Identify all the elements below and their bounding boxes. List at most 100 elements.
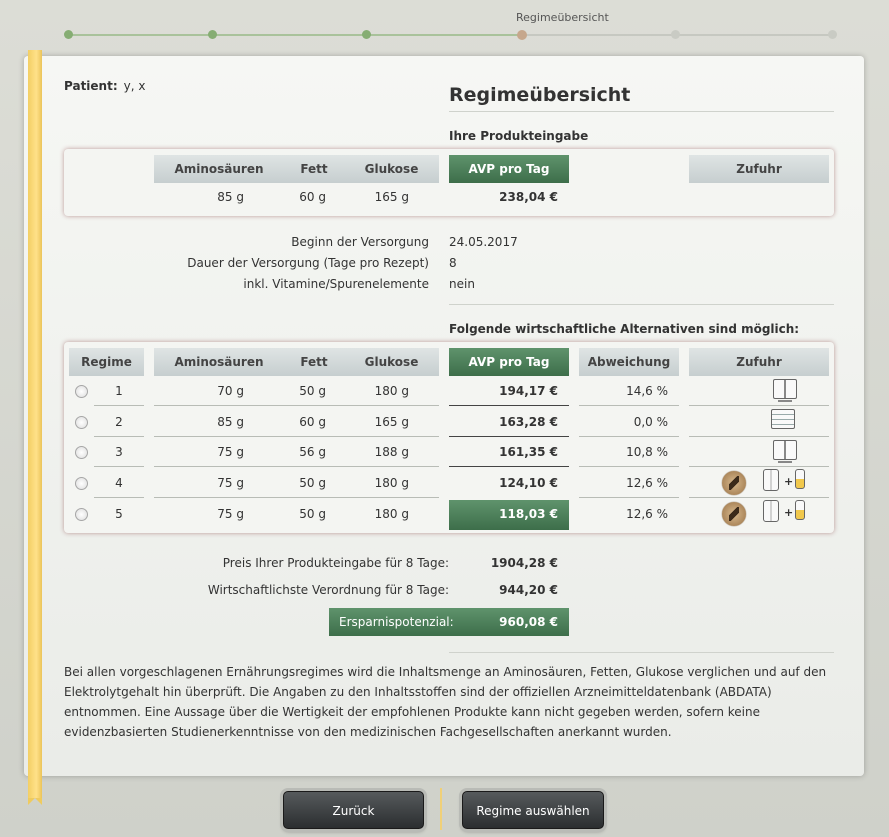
ersparnis-label: Ersparnispotenzial: xyxy=(339,615,454,629)
regime-5-avp: 118,03 € xyxy=(499,507,558,521)
back-button[interactable]: Zurück xyxy=(283,791,424,829)
regime-5-radio[interactable] xyxy=(75,508,88,521)
regime-3-abweichung: 10,8 % xyxy=(626,445,668,459)
patient-info: Patient: y, x xyxy=(64,79,145,93)
regime-4-avp: 124,10 € xyxy=(499,476,558,490)
row-divider xyxy=(154,436,439,437)
row-divider xyxy=(94,436,144,437)
bottle-icon xyxy=(795,469,805,489)
regime-1-number: 1 xyxy=(115,384,123,398)
row-divider xyxy=(449,436,569,437)
regime-4-abweichung: 12,6 % xyxy=(626,476,668,490)
row-divider xyxy=(94,405,144,406)
row-divider xyxy=(689,466,829,467)
row-divider xyxy=(154,405,439,406)
bottle-icon xyxy=(795,500,805,520)
row-divider xyxy=(94,497,144,498)
bag-icon xyxy=(763,469,779,491)
patient-label: Patient: xyxy=(64,79,118,93)
regime-2-radio[interactable] xyxy=(75,416,88,429)
vitamine-label: inkl. Vitamine/Spurenelemente xyxy=(243,277,429,291)
dauer-value: 8 xyxy=(449,256,457,270)
regime-3-fett: 56 g xyxy=(299,445,326,459)
alt-header-abweichung: Abweichung xyxy=(579,348,679,376)
summary-divider xyxy=(449,652,834,653)
alternatives-heading: Folgende wirtschaftliche Alternativen si… xyxy=(449,322,800,336)
regime-2-fett: 60 g xyxy=(299,415,326,429)
progress-step-1 xyxy=(64,30,73,39)
input-header-avp: AVP pro Tag xyxy=(449,155,569,183)
regime-1-radio[interactable] xyxy=(75,385,88,398)
alt-header-glukose: Glukose xyxy=(344,348,439,376)
row-divider xyxy=(689,405,829,406)
select-regime-button[interactable]: Regime auswählen xyxy=(462,791,604,829)
input-header-fett: Fett xyxy=(284,155,344,183)
vitamine-value: nein xyxy=(449,277,475,291)
regime-4-glukose: 180 g xyxy=(374,476,409,490)
ersparnis-bar: Ersparnispotenzial: 960,08 € xyxy=(329,608,569,636)
row-divider xyxy=(579,436,679,437)
preis-value: 1904,28 € xyxy=(490,556,558,570)
plus-icon: + xyxy=(784,506,794,519)
progress-current-label: Regimeübersicht xyxy=(516,11,609,24)
row-divider xyxy=(449,466,569,467)
alt-header-zufuhr: Zufuhr xyxy=(689,348,829,376)
alt-header-avp: AVP pro Tag xyxy=(449,348,569,376)
regime-3-amino: 75 g xyxy=(217,445,244,459)
list-bag-icon xyxy=(771,409,795,429)
bookmark-ribbon xyxy=(28,50,42,805)
progress-line-done xyxy=(68,34,522,36)
dauer-label: Dauer der Versorgung (Tage pro Rezept) xyxy=(187,256,429,270)
regime-4-number: 4 xyxy=(115,476,123,490)
row-divider xyxy=(449,405,569,406)
patient-value: y, x xyxy=(123,79,146,93)
input-amino: 85 g xyxy=(217,190,244,204)
alt-header-amino: Aminosäuren xyxy=(154,348,284,376)
progress-step-2 xyxy=(208,30,217,39)
regime-5-number: 5 xyxy=(115,507,123,521)
alt-header-regime: Regime xyxy=(69,348,144,376)
regime-1-amino: 70 g xyxy=(217,384,244,398)
regime-5-glukose: 180 g xyxy=(374,507,409,521)
title-divider xyxy=(449,111,834,112)
info-divider xyxy=(449,304,834,305)
wirtschaftlich-label: Wirtschaftlichste Verordnung für 8 Tage: xyxy=(207,583,449,597)
page-title: Regimeübersicht xyxy=(449,84,631,106)
row-divider xyxy=(154,466,439,467)
regime-1-abweichung: 14,6 % xyxy=(626,384,668,398)
footnote-text: Bei allen vorgeschlagenen Ernährungsregi… xyxy=(64,665,827,739)
progress-stepper: Regimeübersicht xyxy=(0,0,889,50)
button-divider xyxy=(440,788,442,830)
row-divider xyxy=(579,405,679,406)
input-header-glukose: Glukose xyxy=(344,155,439,183)
regime-3-avp: 161,35 € xyxy=(499,445,558,459)
beginn-value: 24.05.2017 xyxy=(449,235,518,249)
book-icon xyxy=(773,440,797,463)
bag-icon xyxy=(763,500,779,522)
progress-step-6 xyxy=(828,30,837,39)
input-header-amino: Aminosäuren xyxy=(154,155,284,183)
preis-label: Preis Ihrer Produkteingabe für 8 Tage: xyxy=(222,556,449,570)
row-divider xyxy=(579,497,679,498)
input-glukose: 165 g xyxy=(374,190,409,204)
book-icon xyxy=(773,379,797,402)
regime-2-number: 2 xyxy=(115,415,123,429)
regime-3-glukose: 188 g xyxy=(374,445,409,459)
input-avp: 238,04 € xyxy=(499,190,558,204)
beginn-label: Beginn der Versorgung xyxy=(291,235,429,249)
row-divider xyxy=(154,497,439,498)
regime-2-avp: 163,28 € xyxy=(499,415,558,429)
regime-5-abweichung: 12,6 % xyxy=(626,507,668,521)
regime-5-fett: 50 g xyxy=(299,507,326,521)
regime-1-avp: 194,17 € xyxy=(499,384,558,398)
regime-4-radio[interactable] xyxy=(75,477,88,490)
regime-5-amino: 75 g xyxy=(217,507,244,521)
input-section-heading: Ihre Produkteingabe xyxy=(449,129,589,143)
regime-2-amino: 85 g xyxy=(217,415,244,429)
alt-header-fett: Fett xyxy=(284,348,344,376)
progress-step-3 xyxy=(362,30,371,39)
row-divider xyxy=(689,436,829,437)
regime-3-radio[interactable] xyxy=(75,446,88,459)
regime-2-glukose: 165 g xyxy=(374,415,409,429)
regime-4-amino: 75 g xyxy=(217,476,244,490)
